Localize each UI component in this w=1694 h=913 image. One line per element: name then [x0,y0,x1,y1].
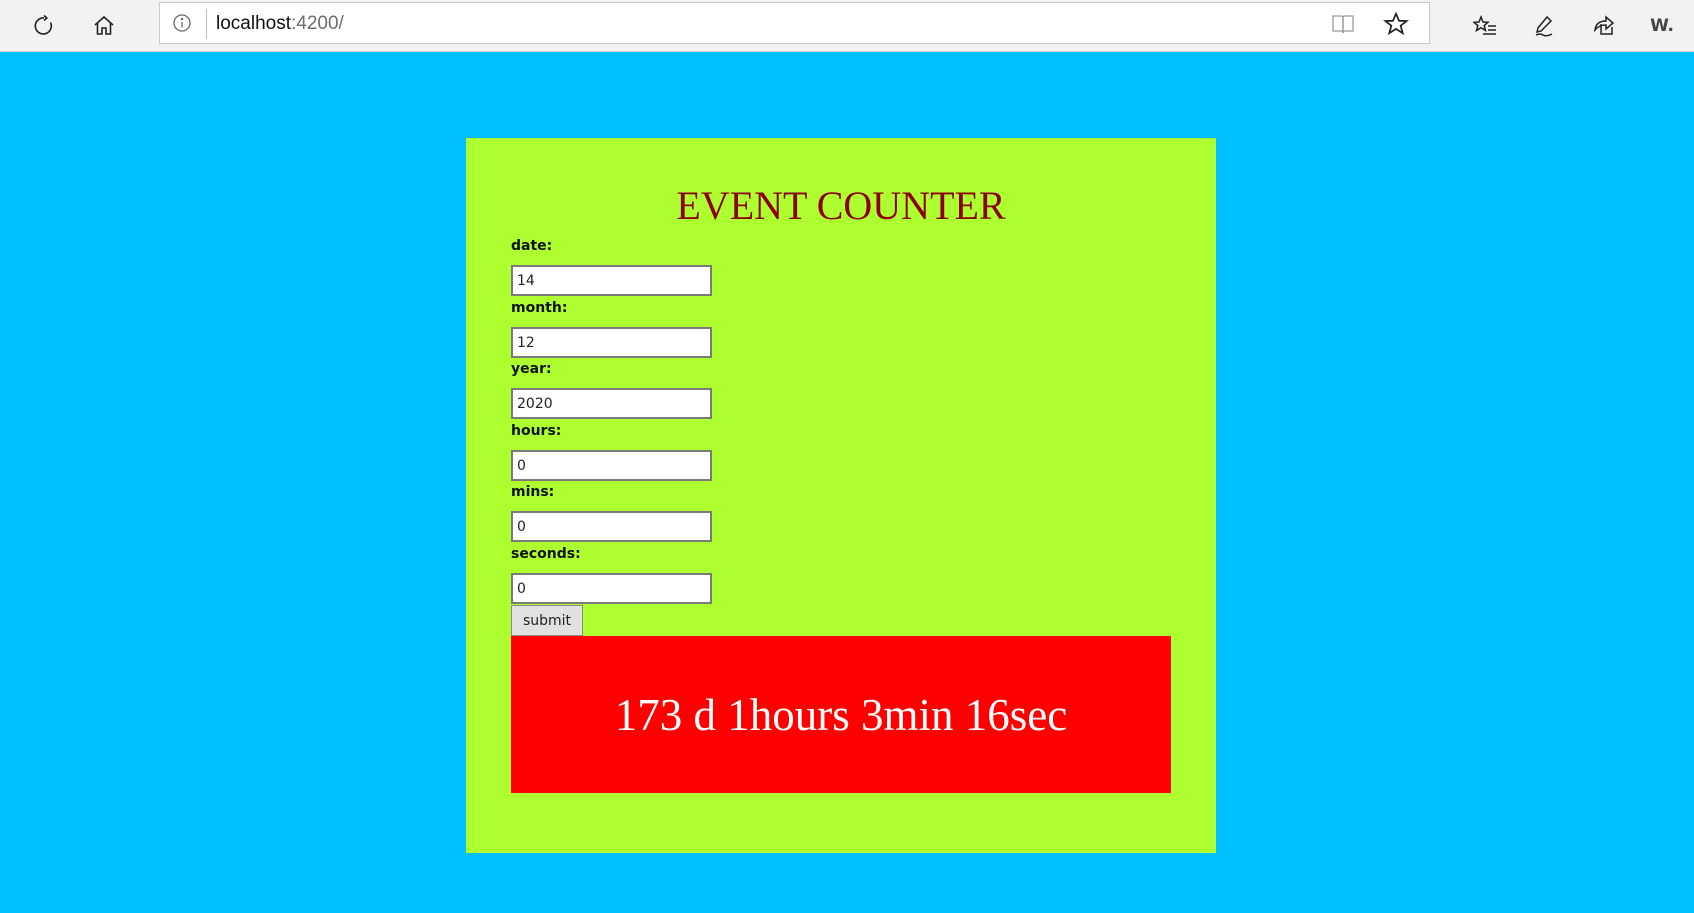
event-counter-card: EVENT COUNTER date: month: year: hours: … [466,138,1216,853]
mins-input[interactable] [511,511,712,542]
home-button[interactable] [84,6,124,46]
submit-button[interactable]: submit [511,605,583,636]
browser-toolbar: localhost:4200/ W. [0,0,1694,52]
seconds-input[interactable] [511,573,712,604]
hours-input[interactable] [511,450,712,481]
address-bar[interactable]: localhost:4200/ [159,2,1430,44]
month-label: month: [511,300,568,316]
countdown-result-text: 173 d 1hours 3min 16sec [614,689,1068,740]
url-host: localhost [216,13,291,34]
date-input[interactable] [511,265,712,296]
notes-button[interactable] [1524,6,1564,46]
pen-icon [1535,15,1553,37]
favorites-button[interactable] [1465,6,1505,46]
url-port: :4200/ [291,13,344,34]
extension-label: W. [1650,16,1674,36]
seconds-label: seconds: [511,546,581,562]
book-icon[interactable] [1331,13,1355,35]
share-icon [1593,15,1615,35]
share-button[interactable] [1583,6,1623,46]
extension-button[interactable]: W. [1642,6,1682,46]
star-icon[interactable] [1383,11,1409,37]
month-input[interactable] [511,327,712,358]
info-icon[interactable] [172,13,192,33]
refresh-button[interactable] [24,6,64,46]
address-separator [206,9,207,39]
address-url[interactable]: localhost:4200/ [216,13,344,35]
date-label: date: [511,238,553,254]
year-input[interactable] [511,388,712,419]
mins-label: mins: [511,484,555,500]
hours-label: hours: [511,423,562,439]
favorites-list-icon [1473,14,1496,35]
countdown-result-panel: 173 d 1hours 3min 16sec [511,636,1171,793]
page-title: EVENT COUNTER [676,183,1006,228]
refresh-icon [34,14,53,35]
home-icon [94,15,114,35]
year-label: year: [511,361,552,377]
